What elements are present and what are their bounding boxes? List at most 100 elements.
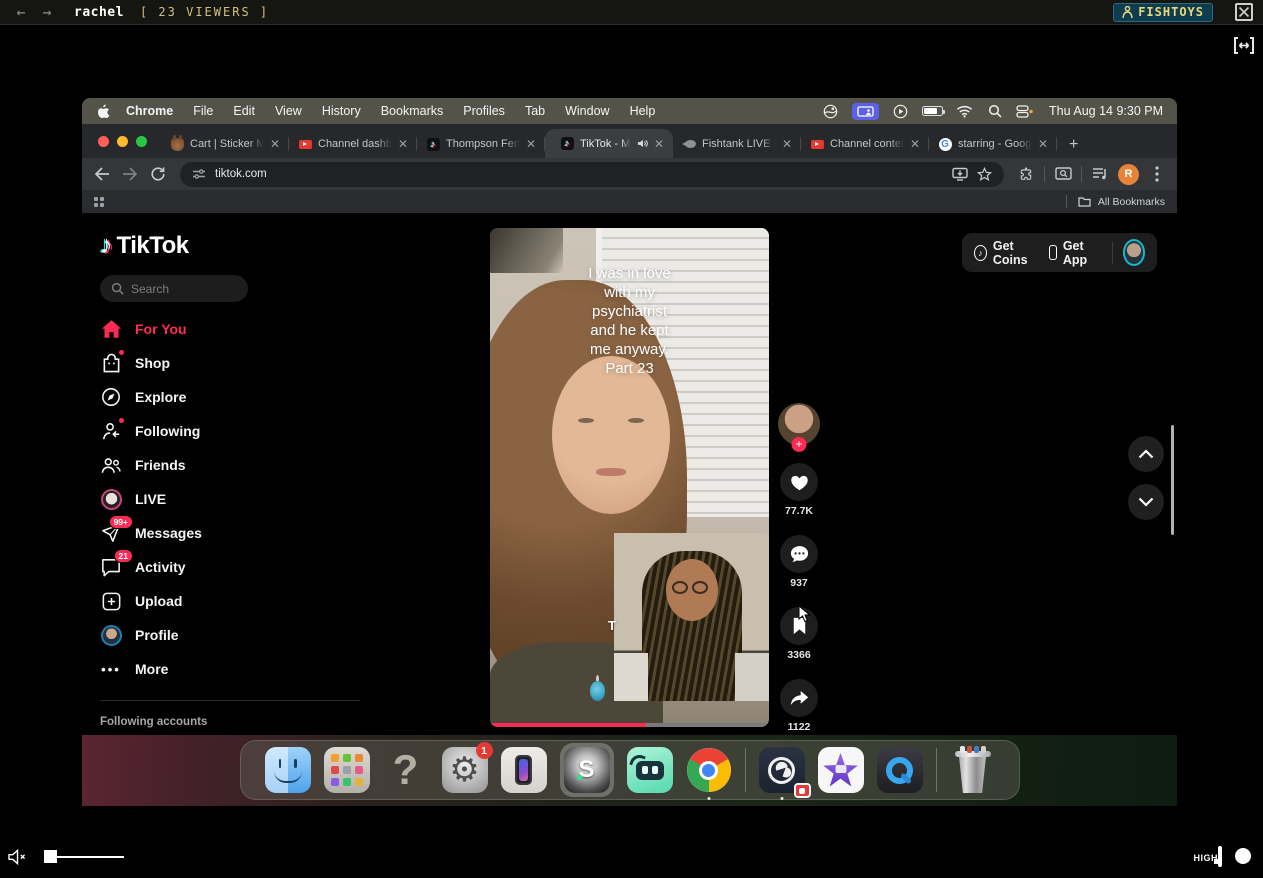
- install-icon[interactable]: [952, 167, 968, 181]
- get-app-button[interactable]: Get App: [1049, 239, 1100, 267]
- new-tab-button[interactable]: +: [1057, 136, 1090, 158]
- sidebar-item-activity[interactable]: 21 Activity: [100, 550, 370, 584]
- back-arrow-icon[interactable]: ←: [8, 3, 34, 21]
- browser-profile-avatar[interactable]: R: [1118, 164, 1139, 185]
- expand-horizontal-icon[interactable]: [1233, 36, 1255, 55]
- close-x-icon[interactable]: [1235, 3, 1253, 21]
- reload-icon[interactable]: [148, 164, 168, 184]
- address-bar[interactable]: tiktok.com: [180, 162, 1004, 187]
- tab-thompson-ferrier[interactable]: ♪ Thompson Ferrier ( ✕: [417, 130, 545, 158]
- dock-unknown-app-icon[interactable]: ?: [383, 747, 429, 793]
- screen-share-icon[interactable]: [852, 103, 879, 120]
- tab-cart-sticker-mule[interactable]: Cart | Sticker Mule ✕: [161, 130, 289, 158]
- bookmark-star-icon[interactable]: [977, 167, 992, 182]
- page-scrollbar[interactable]: [1171, 425, 1174, 535]
- close-window-button[interactable]: [98, 136, 109, 147]
- play-circle-icon[interactable]: [892, 104, 909, 119]
- tab-close-icon[interactable]: ✕: [270, 137, 280, 151]
- dock-s-capture-app-icon[interactable]: S: [564, 747, 610, 793]
- plus-follow-icon[interactable]: +: [792, 437, 807, 452]
- dock-launchpad-icon[interactable]: [324, 747, 370, 793]
- next-video-button[interactable]: [1128, 484, 1164, 520]
- apple-icon[interactable]: [96, 104, 110, 119]
- menubar-app-name[interactable]: Chrome: [126, 104, 173, 118]
- tab-close-icon[interactable]: ✕: [654, 137, 664, 151]
- forward-arrow-icon[interactable]: →: [34, 3, 60, 21]
- fishtoys-button[interactable]: FISHTOYS: [1113, 3, 1213, 22]
- tab-close-icon[interactable]: ✕: [910, 137, 920, 151]
- tiktok-logo[interactable]: ♪ TikTok: [100, 231, 189, 260]
- menu-window[interactable]: Window: [565, 104, 609, 118]
- url-text[interactable]: tiktok.com: [215, 168, 943, 180]
- sidebar-item-more[interactable]: ••• More: [100, 652, 370, 686]
- speaker-muted-icon[interactable]: [8, 849, 27, 865]
- tab-close-icon[interactable]: ✕: [782, 137, 792, 151]
- sidebar-item-shop[interactable]: Shop: [100, 346, 370, 380]
- dock-chrome-icon[interactable]: [686, 747, 732, 793]
- dock-iphone-mirroring-icon[interactable]: [501, 747, 547, 793]
- sidebar-item-live[interactable]: LIVE: [100, 482, 370, 516]
- dock-quicktime-icon[interactable]: [877, 747, 923, 793]
- dock-screen-camera-app-icon[interactable]: [627, 747, 673, 793]
- search-icon[interactable]: [986, 104, 1003, 119]
- menu-edit[interactable]: Edit: [233, 104, 255, 118]
- share-button[interactable]: [780, 679, 818, 717]
- volume-handle[interactable]: [44, 850, 57, 863]
- menu-tab[interactable]: Tab: [525, 104, 545, 118]
- creator-avatar[interactable]: +: [778, 403, 820, 445]
- menu-view[interactable]: View: [275, 104, 302, 118]
- tab-close-icon[interactable]: ✕: [1038, 137, 1048, 151]
- like-button[interactable]: [780, 463, 818, 501]
- menu-history[interactable]: History: [322, 104, 361, 118]
- menu-profiles[interactable]: Profiles: [463, 104, 505, 118]
- tab-close-icon[interactable]: ✕: [398, 137, 408, 151]
- menu-bookmarks[interactable]: Bookmarks: [381, 104, 444, 118]
- video-progress-bar[interactable]: [490, 723, 769, 727]
- wifi-icon[interactable]: [956, 104, 973, 119]
- tab-close-icon[interactable]: ✕: [526, 137, 536, 151]
- search-input[interactable]: [131, 282, 231, 296]
- dock-finder-icon[interactable]: [265, 747, 311, 793]
- dock-system-settings-icon[interactable]: ⚙ 1: [442, 747, 488, 793]
- all-bookmarks-button[interactable]: All Bookmarks: [1066, 195, 1165, 208]
- tab-fishtank-live[interactable]: Fishtank LIVE - TTS ✕: [673, 130, 801, 158]
- tab-tiktok-active[interactable]: ♪ TikTok - Make Y ✕: [545, 129, 673, 158]
- tab-channel-dashboard[interactable]: Channel dashboard ✕: [289, 130, 417, 158]
- sidebar-item-upload[interactable]: Upload: [100, 584, 370, 618]
- menu-help[interactable]: Help: [630, 104, 656, 118]
- sidebar-item-explore[interactable]: Explore: [100, 380, 370, 414]
- browser-back-icon[interactable]: [92, 164, 112, 184]
- kebab-menu-icon[interactable]: [1147, 164, 1167, 184]
- apps-grid-icon[interactable]: [94, 197, 104, 207]
- screen-search-icon[interactable]: [1053, 164, 1073, 184]
- tab-channel-content[interactable]: Channel content - Y ✕: [801, 130, 929, 158]
- globe-icon[interactable]: [822, 104, 839, 119]
- dock-imovie-icon[interactable]: [818, 747, 864, 793]
- comment-button[interactable]: [780, 535, 818, 573]
- sidebar-item-for-you[interactable]: For You: [100, 312, 370, 346]
- site-settings-icon[interactable]: [192, 168, 206, 180]
- minimize-window-button[interactable]: [117, 136, 128, 147]
- get-coins-button[interactable]: ♪ Get Coins: [974, 239, 1039, 267]
- tab-google-search[interactable]: G starring - Google Se ✕: [929, 130, 1057, 158]
- dock-obs-studio-icon[interactable]: [759, 747, 805, 793]
- sidebar-item-following[interactable]: Following: [100, 414, 370, 448]
- media-list-icon[interactable]: [1090, 164, 1110, 184]
- previous-video-button[interactable]: [1128, 436, 1164, 472]
- battery-icon[interactable]: [922, 106, 943, 116]
- sidebar-item-messages[interactable]: 99+ Messages: [100, 516, 370, 550]
- menubar-clock[interactable]: Thu Aug 14 9:30 PM: [1049, 104, 1163, 118]
- sidebar-item-profile[interactable]: Profile: [100, 618, 370, 652]
- status-dot-icon[interactable]: [1235, 848, 1251, 864]
- dock-trash-icon[interactable]: [950, 747, 996, 793]
- video-player[interactable]: I was in love with my psychiatrist and h…: [490, 228, 769, 727]
- quality-indicator[interactable]: HIGH: [1194, 848, 1223, 866]
- sidebar-item-friends[interactable]: Friends: [100, 448, 370, 482]
- browser-forward-icon[interactable]: [120, 164, 140, 184]
- tab-audio-icon[interactable]: [637, 138, 648, 149]
- user-avatar[interactable]: [1123, 239, 1145, 266]
- maximize-window-button[interactable]: [136, 136, 147, 147]
- menu-file[interactable]: File: [193, 104, 213, 118]
- search-box[interactable]: [100, 275, 248, 302]
- user-switch-icon[interactable]: [1016, 104, 1033, 119]
